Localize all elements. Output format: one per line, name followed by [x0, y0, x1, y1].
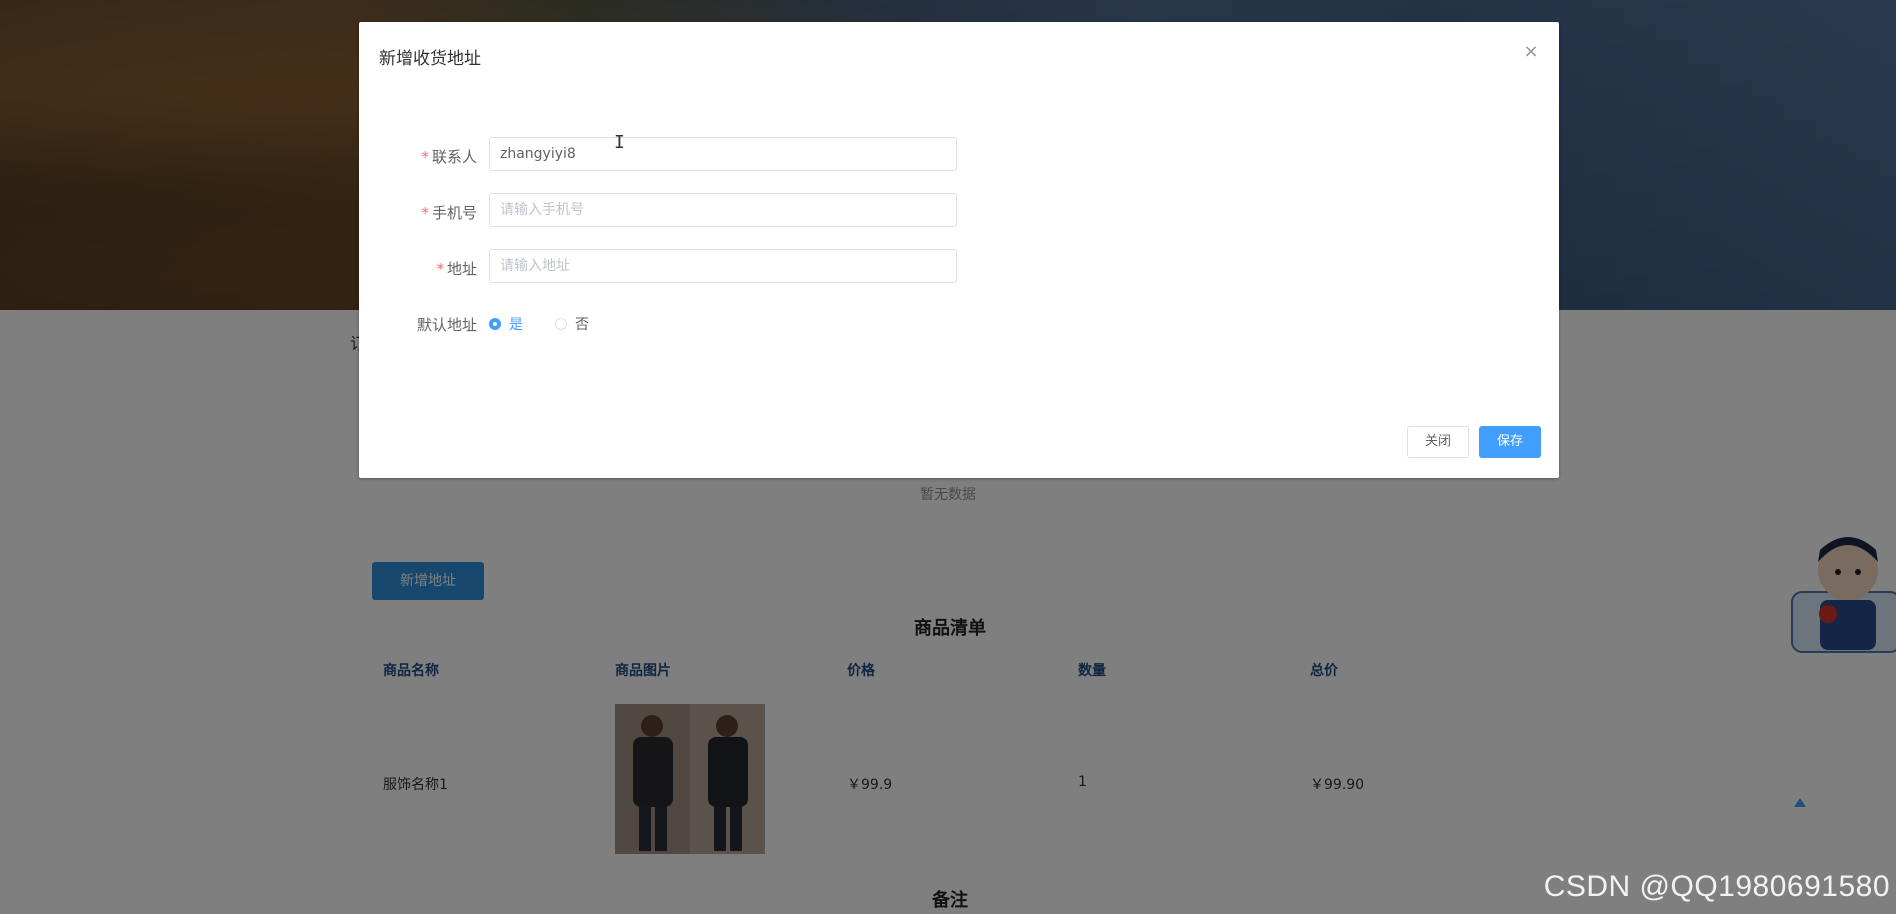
contact-label: * 联系人: [421, 148, 477, 166]
add-address-dialog: 新增收货地址 × *联系人 *手机号 *地址 默认地址 是: [359, 22, 1559, 478]
form-item-contact: * 联系人: [359, 137, 1559, 175]
close-button[interactable]: 关闭: [1407, 426, 1469, 458]
radio-unchecked-icon: [555, 318, 567, 330]
required-mark: *: [421, 204, 429, 222]
radio-checked-icon: [489, 318, 501, 330]
form-item-default: 默认地址 是 否: [359, 305, 1559, 343]
dialog-title: 新增收货地址: [379, 49, 481, 69]
form-item-address: * 地址: [359, 249, 1559, 287]
required-mark: *: [421, 148, 429, 166]
phone-input[interactable]: [489, 193, 957, 227]
address-label: * 地址: [436, 260, 477, 278]
radio-no[interactable]: 否: [555, 313, 589, 335]
watermark: CSDN @QQ1980691580: [1543, 870, 1890, 903]
contact-input[interactable]: [489, 137, 957, 171]
text-cursor-icon: I: [614, 132, 625, 153]
phone-label: * 手机号: [421, 204, 477, 222]
form-item-phone: * 手机号: [359, 193, 1559, 231]
required-mark: *: [436, 260, 444, 278]
radio-no-label: 否: [575, 317, 589, 333]
close-icon[interactable]: ×: [1521, 42, 1541, 62]
default-address-label: 默认地址: [416, 316, 477, 334]
app-root: 订 暂无数据 新增地址 商品清单 商品名称 商品图片 价格 数量 总价 服饰名称…: [0, 0, 1896, 914]
radio-yes-label: 是: [509, 317, 523, 333]
save-button[interactable]: 保存: [1479, 426, 1541, 458]
address-input[interactable]: [489, 249, 957, 283]
radio-yes[interactable]: 是: [489, 313, 523, 335]
